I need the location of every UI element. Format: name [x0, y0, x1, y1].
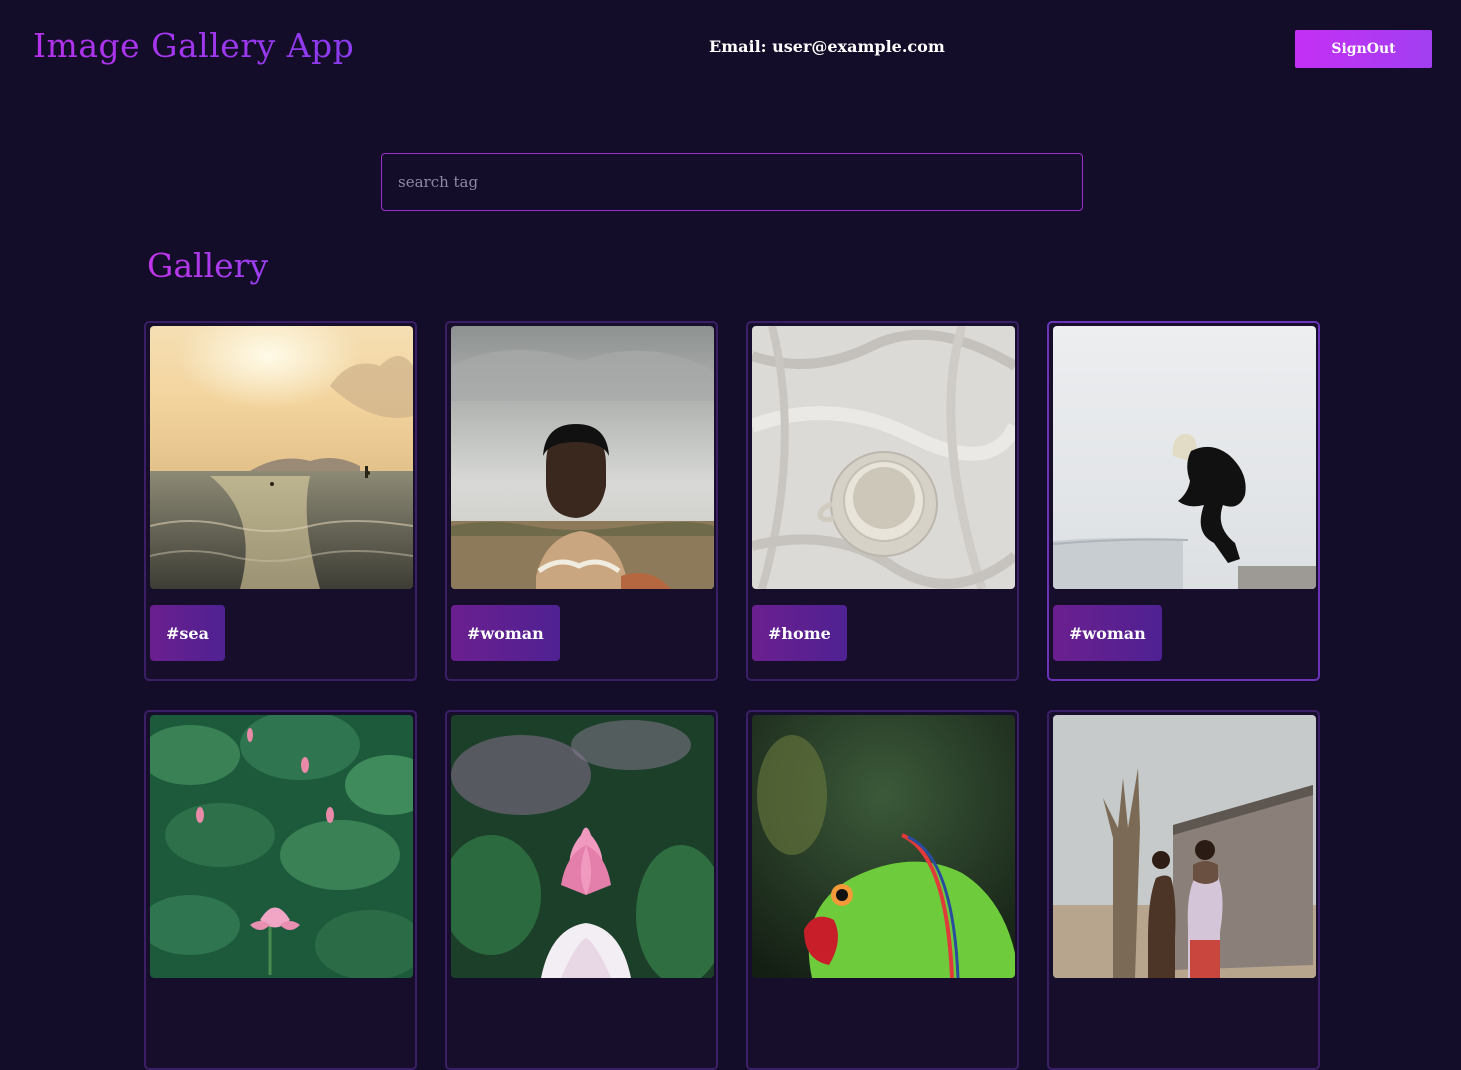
gallery-photo[interactable] [150, 715, 413, 978]
user-email: Email: user@example.com [709, 37, 945, 56]
app-title: Image Gallery App [33, 26, 355, 65]
gallery-photo[interactable] [752, 326, 1015, 589]
tag-button[interactable]: #home [752, 605, 847, 661]
gallery-title: Gallery [147, 246, 269, 285]
gallery-grid: #sea #woman #home #woman [144, 321, 1322, 1070]
gallery-card[interactable] [144, 710, 417, 1070]
tag-button[interactable]: #sea [150, 605, 225, 661]
gallery-card[interactable]: #woman [445, 321, 718, 681]
gallery-photo[interactable] [1053, 715, 1316, 978]
signout-button[interactable]: SignOut [1295, 30, 1432, 68]
gallery-card[interactable]: #woman [1047, 321, 1320, 681]
gallery-card[interactable]: #home [746, 321, 1019, 681]
gallery-photo[interactable] [1053, 326, 1316, 589]
search-bar [381, 153, 1083, 211]
gallery-card[interactable] [746, 710, 1019, 1070]
gallery-photo[interactable] [150, 326, 413, 589]
gallery-photo[interactable] [451, 326, 714, 589]
gallery-photo[interactable] [752, 715, 1015, 978]
gallery-card[interactable]: #sea [144, 321, 417, 681]
gallery-card[interactable] [445, 710, 718, 1070]
tag-button[interactable]: #woman [1053, 605, 1162, 661]
gallery-photo[interactable] [451, 715, 714, 978]
gallery-card[interactable] [1047, 710, 1320, 1070]
search-input[interactable] [381, 153, 1083, 211]
tag-button[interactable]: #woman [451, 605, 560, 661]
